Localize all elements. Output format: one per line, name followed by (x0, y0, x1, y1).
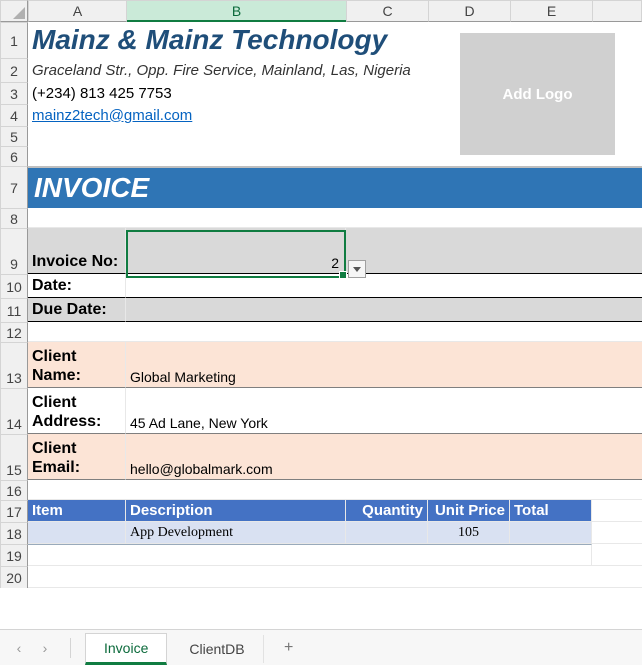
row-header-8[interactable]: 8 (0, 208, 28, 228)
label-client-name[interactable]: Client Name: (28, 342, 126, 388)
cell-a19[interactable] (28, 544, 592, 566)
td-description[interactable]: App Development (126, 522, 346, 544)
value-client-email[interactable]: hello@globalmark.com (126, 434, 642, 480)
td-item[interactable] (28, 522, 126, 544)
row-header-7[interactable]: 7 (0, 166, 28, 208)
row-header-16[interactable]: 16 (0, 480, 28, 500)
row-header-2[interactable]: 2 (0, 58, 28, 82)
row-header-19[interactable]: 19 (0, 544, 28, 566)
logo-placeholder[interactable]: Add Logo (460, 33, 615, 155)
cell-a8[interactable] (28, 208, 642, 228)
value-invoice-no[interactable]: 2 (126, 228, 346, 274)
col-header-B[interactable]: B (126, 0, 346, 22)
tab-next-button[interactable]: › (34, 637, 56, 659)
cell-f19[interactable] (592, 544, 642, 566)
th-unit-price[interactable]: Unit Price (428, 500, 510, 522)
sheet-tab-bar: ‹ › Invoice ClientDB + (0, 629, 642, 665)
cell-a20[interactable] (28, 566, 642, 588)
label-invoice-no[interactable]: Invoice No: (28, 228, 126, 274)
th-item[interactable]: Item (28, 500, 126, 522)
col-header-overflow[interactable] (592, 0, 642, 22)
tab-prev-button[interactable]: ‹ (8, 637, 30, 659)
row-header-20[interactable]: 20 (0, 566, 28, 588)
row-header-13[interactable]: 13 (0, 342, 28, 388)
row-header-18[interactable]: 18 (0, 522, 28, 544)
col-header-C[interactable]: C (346, 0, 428, 22)
row-header-9[interactable]: 9 (0, 228, 28, 274)
row-header-14[interactable]: 14 (0, 388, 28, 434)
row-header-4[interactable]: 4 (0, 104, 28, 126)
row-header-5[interactable]: 5 (0, 126, 28, 146)
th-quantity[interactable]: Quantity (346, 500, 428, 522)
row-header-17[interactable]: 17 (0, 500, 28, 522)
value-due-date[interactable] (126, 298, 642, 322)
cell-f18[interactable] (592, 522, 642, 544)
data-validation-dropdown[interactable] (348, 260, 366, 278)
row-header-12[interactable]: 12 (0, 322, 28, 342)
row-header-11[interactable]: 11 (0, 298, 28, 322)
row-header-3[interactable]: 3 (0, 82, 28, 104)
row-header-15[interactable]: 15 (0, 434, 28, 480)
cell-f17[interactable] (592, 500, 642, 522)
td-total[interactable] (510, 522, 592, 544)
col-header-E[interactable]: E (510, 0, 592, 22)
select-all-corner[interactable] (0, 0, 28, 22)
col-header-D[interactable]: D (428, 0, 510, 22)
invoice-banner[interactable]: INVOICE (28, 166, 642, 208)
row-header-10[interactable]: 10 (0, 274, 28, 298)
td-unit-price[interactable]: 105 (428, 522, 510, 544)
th-total[interactable]: Total (510, 500, 592, 522)
cell-a12[interactable] (28, 322, 642, 342)
tab-separator (70, 638, 71, 658)
value-date[interactable] (126, 274, 642, 298)
cell-c9[interactable] (346, 228, 642, 274)
td-quantity[interactable] (346, 522, 428, 544)
value-client-address[interactable]: 45 Ad Lane, New York (126, 388, 642, 434)
sheet-tab-clientdb[interactable]: ClientDB (171, 635, 263, 663)
add-sheet-button[interactable]: + (278, 637, 300, 659)
label-client-email[interactable]: Client Email: (28, 434, 126, 480)
sheet-tab-invoice[interactable]: Invoice (85, 633, 167, 665)
th-description[interactable]: Description (126, 500, 346, 522)
label-client-address[interactable]: Client Address: (28, 388, 126, 434)
cell-a16[interactable] (28, 480, 642, 500)
label-date[interactable]: Date: (28, 274, 126, 298)
row-header-6[interactable]: 6 (0, 146, 28, 166)
label-due-date[interactable]: Due Date: (28, 298, 126, 322)
value-client-name[interactable]: Global Marketing (126, 342, 642, 388)
row-header-1[interactable]: 1 (0, 22, 28, 58)
col-header-A[interactable]: A (28, 0, 126, 22)
